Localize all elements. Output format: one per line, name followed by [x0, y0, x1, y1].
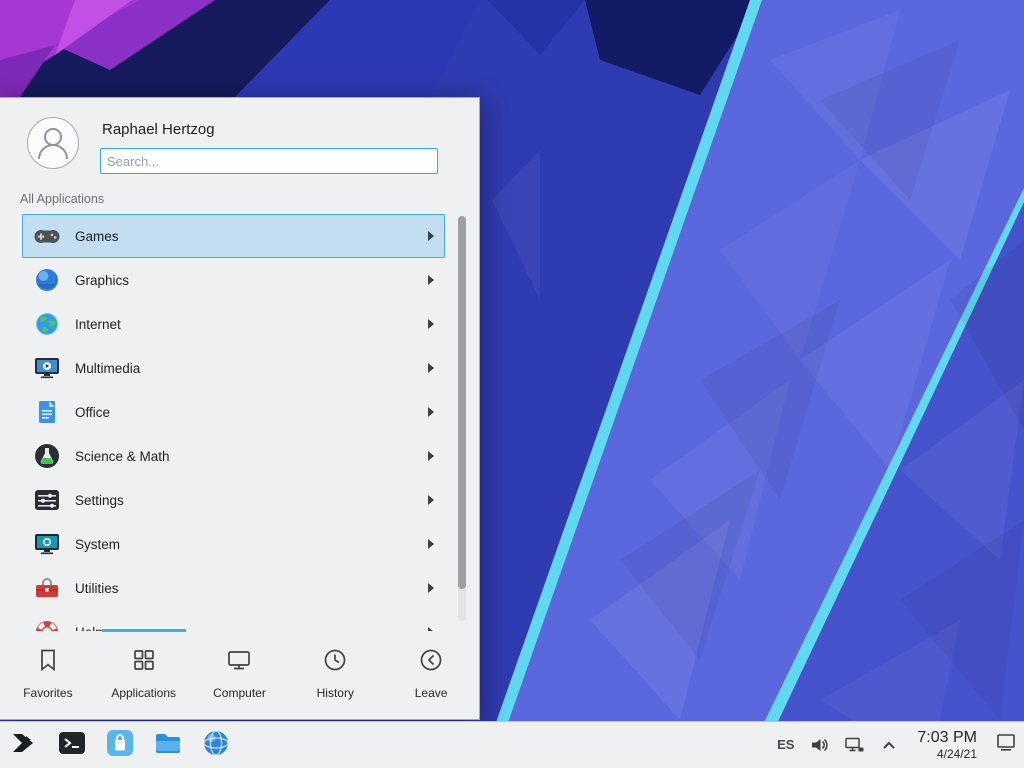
chevron-right-icon [427, 363, 435, 373]
graphics-icon [32, 265, 62, 295]
category-label: Utilities [75, 581, 119, 596]
tab-favorites[interactable]: Favorites [0, 631, 96, 719]
terminal-icon [57, 728, 87, 763]
tab-label: Computer [213, 686, 266, 700]
games-icon [32, 221, 62, 251]
digital-clock[interactable]: 7:03 PM 4/24/21 [917, 728, 977, 762]
kde-menu-icon [9, 728, 39, 763]
expand-tray-arrow-icon[interactable] [880, 736, 898, 754]
multimedia-icon [32, 353, 62, 383]
show-desktop-icon [994, 730, 1018, 759]
category-label: Games [75, 229, 119, 244]
clock-time: 7:03 PM [917, 728, 977, 747]
category-utilities[interactable]: Utilities [22, 566, 445, 610]
help-icon [32, 617, 62, 631]
internet-icon [32, 309, 62, 339]
category-office[interactable]: Office [22, 390, 445, 434]
show-desktop-button[interactable] [994, 730, 1018, 759]
category-help[interactable]: Help [22, 610, 445, 631]
tab-history[interactable]: History [287, 631, 383, 719]
tab-label: Favorites [23, 686, 72, 700]
category-label: Office [75, 405, 110, 420]
search-input[interactable] [100, 148, 438, 174]
category-label: Internet [75, 317, 121, 332]
desktop: Raphael Hertzog All Applications Games [0, 0, 1024, 768]
chevron-right-icon [427, 231, 435, 241]
chevron-right-icon [427, 583, 435, 593]
keyboard-layout-indicator[interactable]: ES [777, 737, 794, 752]
chevron-right-icon [427, 319, 435, 329]
system-tray: ES 7:03 PM [777, 728, 1018, 762]
category-games[interactable]: Games [22, 214, 445, 258]
software-center-icon [105, 728, 135, 763]
tab-label: Applications [111, 686, 176, 700]
category-internet[interactable]: Internet [22, 302, 445, 346]
chevron-right-icon [427, 407, 435, 417]
category-label: Settings [75, 493, 124, 508]
taskbar: ES 7:03 PM [0, 721, 1024, 768]
office-icon [32, 397, 62, 427]
launcher-tabbar: Favorites Applications [0, 631, 479, 719]
chevron-right-icon [427, 451, 435, 461]
category-label: System [75, 537, 120, 552]
computer-icon [226, 647, 252, 678]
utilities-icon [32, 573, 62, 603]
category-list: Games Graphics [0, 212, 479, 631]
launcher-header: Raphael Hertzog [0, 98, 479, 182]
scrollbar-thumb[interactable] [458, 216, 466, 589]
category-graphics[interactable]: Graphics [22, 258, 445, 302]
science-icon [32, 441, 62, 471]
category-label: Science & Math [75, 449, 170, 464]
active-tab-indicator [102, 629, 186, 632]
application-launcher-menu: Raphael Hertzog All Applications Games [0, 97, 480, 720]
browser-launcher[interactable] [200, 729, 232, 761]
tab-label: Leave [415, 686, 448, 700]
tab-computer[interactable]: Computer [192, 631, 288, 719]
user-avatar-icon[interactable] [26, 116, 80, 170]
settings-icon [32, 485, 62, 515]
scrollbar[interactable] [458, 216, 466, 621]
system-icon [32, 529, 62, 559]
tab-leave[interactable]: Leave [383, 631, 479, 719]
konsole-launcher[interactable] [56, 729, 88, 761]
category-multimedia[interactable]: Multimedia [22, 346, 445, 390]
section-label: All Applications [0, 182, 479, 212]
favorites-icon [35, 647, 61, 678]
file-manager-icon [153, 728, 183, 763]
chevron-right-icon [427, 539, 435, 549]
category-science-math[interactable]: Science & Math [22, 434, 445, 478]
category-settings[interactable]: Settings [22, 478, 445, 522]
leave-icon [418, 647, 444, 678]
history-icon [322, 647, 348, 678]
network-icon[interactable] [844, 735, 865, 755]
category-system[interactable]: System [22, 522, 445, 566]
chevron-right-icon [427, 275, 435, 285]
tab-label: History [317, 686, 354, 700]
volume-icon[interactable] [809, 735, 829, 755]
application-launcher-button[interactable] [8, 729, 40, 761]
dolphin-launcher[interactable] [152, 729, 184, 761]
chevron-right-icon [427, 495, 435, 505]
applications-icon [131, 647, 157, 678]
tab-applications[interactable]: Applications [96, 631, 192, 719]
clock-date: 4/24/21 [917, 747, 977, 761]
category-label: Graphics [75, 273, 129, 288]
discover-launcher[interactable] [104, 729, 136, 761]
user-name: Raphael Hertzog [102, 121, 449, 138]
category-label: Multimedia [75, 361, 140, 376]
web-browser-icon [201, 728, 231, 763]
